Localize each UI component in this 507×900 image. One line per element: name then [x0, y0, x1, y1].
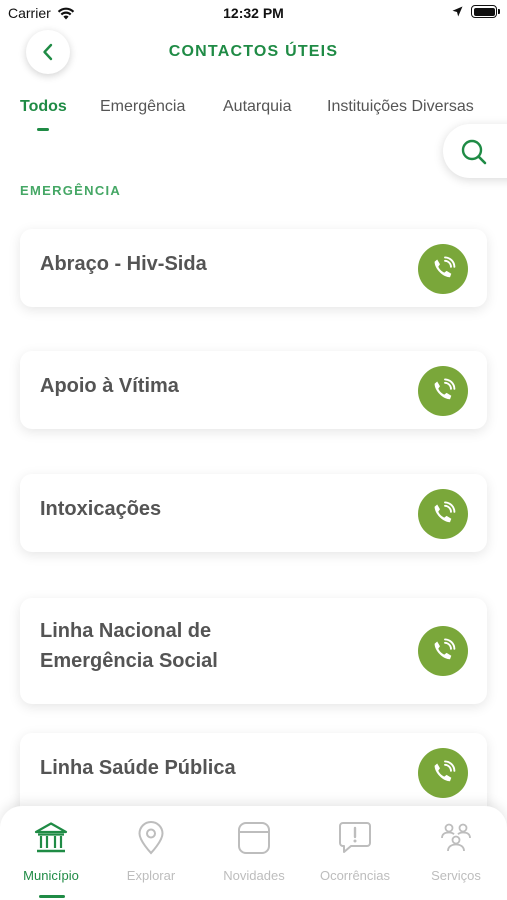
call-button[interactable] [418, 366, 468, 416]
search-icon [461, 139, 487, 165]
category-tabs: Todos Emergência Autarquia Instituições … [0, 98, 507, 138]
search-button[interactable] [443, 124, 507, 178]
nav-label: Novidades [223, 868, 285, 883]
phone-icon [434, 638, 456, 660]
contact-card[interactable]: Intoxicações [20, 474, 487, 552]
nav-servicos[interactable]: Serviços [406, 806, 506, 900]
call-button[interactable] [418, 489, 468, 539]
battery-icon [471, 5, 500, 18]
tab-instituicoes-diversas[interactable]: Instituições Diversas [327, 98, 474, 116]
status-bar: Carrier 12:32 PM [0, 0, 507, 28]
tab-autarquia[interactable]: Autarquia [223, 98, 292, 116]
location-arrow-icon [452, 6, 463, 17]
nav-novidades[interactable]: Novidades [204, 806, 304, 900]
contact-name: Intoxicações [40, 498, 162, 520]
contact-name-line: Emergência Social [40, 650, 218, 672]
phone-icon [434, 760, 456, 782]
active-nav-indicator [39, 895, 65, 898]
nav-municipio[interactable]: Município [1, 806, 101, 900]
location-pin-icon [138, 821, 164, 855]
nav-label: Explorar [126, 868, 176, 883]
active-tab-indicator [37, 128, 49, 131]
phone-icon [434, 501, 456, 523]
contact-name: Linha Nacional de Emergência Social [40, 616, 218, 676]
page-title: CONTACTOS ÚTEIS [168, 43, 339, 60]
call-button[interactable] [418, 748, 468, 798]
calendar-icon [238, 822, 270, 854]
phone-icon [434, 378, 456, 400]
tab-emergencia[interactable]: Emergência [100, 98, 185, 116]
bank-icon [34, 822, 68, 853]
contact-name: Linha Saúde Pública [40, 757, 236, 779]
call-button[interactable] [418, 244, 468, 294]
contact-name: Apoio à Vítima [40, 375, 179, 397]
bottom-navigation: Município Explorar Novidades Ocorrências [0, 806, 507, 900]
contact-name-line: Linha Nacional de [40, 620, 212, 642]
phone-icon [434, 256, 456, 278]
tab-todos[interactable]: Todos [20, 98, 67, 116]
nav-label: Ocorrências [319, 868, 391, 883]
contact-card[interactable]: Linha Nacional de Emergência Social [20, 598, 487, 704]
call-button[interactable] [418, 626, 468, 676]
clock: 12:32 PM [223, 5, 284, 21]
contact-name: Abraço - Hiv-Sida [40, 253, 207, 275]
nav-explorar[interactable]: Explorar [101, 806, 201, 900]
alert-message-icon [339, 822, 371, 853]
nav-label: Município [23, 868, 79, 883]
services-icon [441, 823, 471, 852]
contact-card[interactable]: Abraço - Hiv-Sida [20, 229, 487, 307]
nav-label: Serviços [431, 868, 481, 883]
nav-ocorrencias[interactable]: Ocorrências [305, 806, 405, 900]
section-title: EMERGÊNCIA [20, 183, 122, 198]
contact-card[interactable]: Apoio à Vítima [20, 351, 487, 429]
